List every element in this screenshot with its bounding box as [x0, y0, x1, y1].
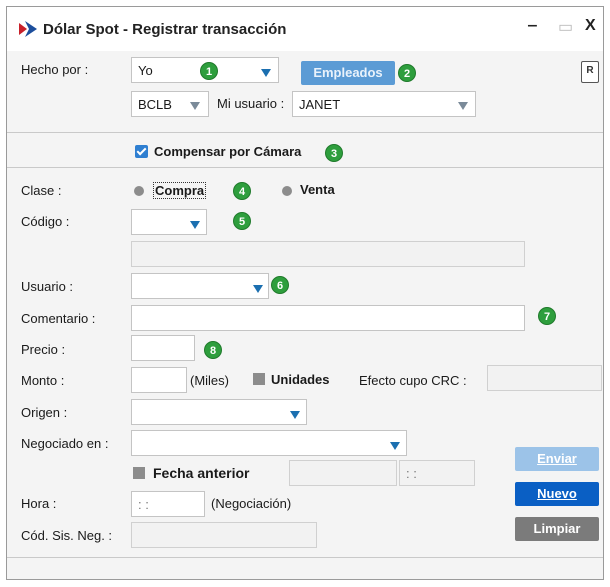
hora-hint: (Negociación): [211, 496, 292, 511]
empleados-button-label: Empleados: [313, 65, 383, 80]
report-icon[interactable]: R: [581, 61, 599, 83]
divider-bottom: [7, 557, 603, 558]
unidades-label: Unidades: [271, 372, 330, 387]
monto-input[interactable]: [131, 367, 187, 393]
callout-badge-8: 8: [204, 341, 222, 359]
precio-input[interactable]: [131, 335, 195, 361]
usuario-dropdown-icon[interactable]: [253, 285, 263, 293]
compensar-label: Compensar por Cámara: [154, 144, 302, 159]
negociado-select[interactable]: [131, 430, 407, 456]
callout-badge-5: 5: [233, 212, 251, 230]
compensar-checkbox[interactable]: [135, 145, 148, 158]
hecho-por-label: Hecho por :: [21, 62, 89, 77]
fecha-anterior-date-field: [289, 460, 397, 486]
nuevo-button[interactable]: Nuevo: [515, 482, 599, 506]
callout-badge-7: 7: [538, 307, 556, 325]
hora-value: : :: [138, 497, 149, 512]
mi-usuario-select[interactable]: JANET: [292, 91, 476, 117]
precio-label: Precio :: [21, 342, 66, 357]
compra-label[interactable]: Compra: [153, 182, 207, 199]
callout-badge-3: 3: [325, 144, 343, 162]
maximize-button[interactable]: ▭: [558, 17, 573, 37]
fecha-anterior-time-value: : :: [406, 466, 417, 481]
negociado-label: Negociado en :: [21, 436, 109, 451]
limpiar-button-label: Limpiar: [533, 521, 581, 536]
callout-badge-1: 1: [200, 62, 218, 80]
bank-dropdown-icon[interactable]: [190, 102, 200, 110]
venta-radio[interactable]: [282, 186, 292, 196]
enviar-button-label: Enviar: [537, 451, 577, 466]
hecho-por-value: Yo: [138, 63, 153, 78]
usuario-select[interactable]: [131, 273, 269, 299]
callout-badge-2: 2: [398, 64, 416, 82]
cod-sis-neg-field: [131, 522, 317, 548]
clase-label: Clase :: [21, 183, 62, 198]
enviar-button[interactable]: Enviar: [515, 447, 599, 471]
mi-usuario-value: JANET: [299, 97, 341, 112]
divider-middle: [7, 167, 603, 168]
empleados-button[interactable]: Empleados: [301, 61, 395, 85]
hora-input[interactable]: : :: [131, 491, 205, 517]
origen-dropdown-icon[interactable]: [290, 411, 300, 419]
origen-select[interactable]: [131, 399, 307, 425]
usuario-label: Usuario :: [21, 279, 74, 294]
mi-usuario-label: Mi usuario :: [217, 96, 285, 111]
bank-value: BCLB: [138, 97, 172, 112]
minimize-button[interactable]: ‒: [528, 17, 537, 35]
origen-label: Origen :: [21, 405, 68, 420]
efecto-cupo-field: [487, 365, 602, 391]
fecha-anterior-checkbox[interactable]: [133, 467, 145, 479]
app-logo-icon: [19, 21, 37, 37]
venta-label[interactable]: Venta: [300, 182, 335, 197]
unidades-checkbox[interactable]: [253, 373, 265, 385]
title-bar: Dólar Spot - Registrar transacción ‒ ▭ X: [7, 7, 603, 51]
negociado-dropdown-icon[interactable]: [390, 442, 400, 450]
window-title: Dólar Spot - Registrar transacción: [43, 21, 287, 38]
monto-label: Monto :: [21, 373, 65, 388]
mi-usuario-dropdown-icon[interactable]: [458, 102, 468, 110]
comentario-input[interactable]: [131, 305, 525, 331]
fecha-anterior-time-field: : :: [399, 460, 475, 486]
comentario-label: Comentario :: [21, 311, 96, 326]
codigo-label: Código :: [21, 214, 70, 229]
codigo-description-field: [131, 241, 525, 267]
hora-label: Hora :: [21, 496, 57, 511]
nuevo-button-label: Nuevo: [537, 486, 577, 501]
transaction-window: Dólar Spot - Registrar transacción ‒ ▭ X…: [6, 6, 604, 580]
close-button[interactable]: X: [585, 17, 596, 35]
monto-units-hint: (Miles): [190, 373, 229, 388]
callout-badge-4: 4: [233, 182, 251, 200]
hecho-por-dropdown-icon[interactable]: [261, 69, 271, 77]
limpiar-button[interactable]: Limpiar: [515, 517, 599, 541]
efecto-cupo-label: Efecto cupo CRC :: [359, 373, 467, 388]
codigo-dropdown-icon[interactable]: [190, 221, 200, 229]
divider-top: [7, 132, 603, 133]
cod-sis-neg-label: Cód. Sis. Neg. :: [21, 528, 113, 543]
callout-badge-6: 6: [271, 276, 289, 294]
fecha-anterior-label: Fecha anterior: [153, 465, 250, 481]
compra-radio[interactable]: [134, 186, 144, 196]
